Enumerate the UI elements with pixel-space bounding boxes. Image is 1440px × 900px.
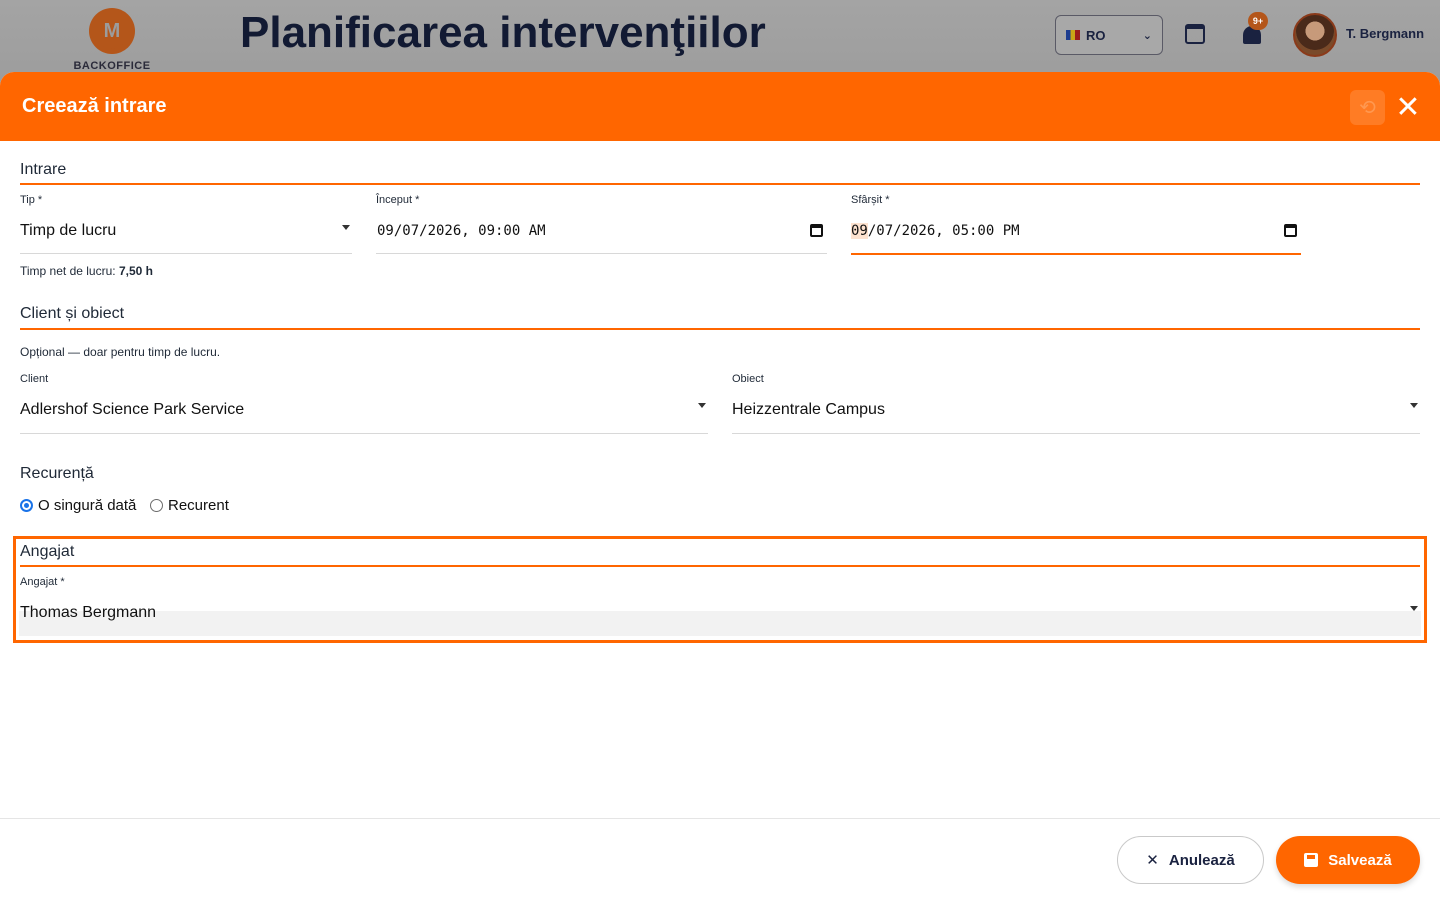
- page-title: Planificarea intervenţiilor: [240, 8, 766, 57]
- end-day-segment[interactable]: 09: [851, 223, 868, 239]
- section-title-client: Client și obiect: [20, 305, 125, 322]
- modal-title: Creează intrare: [22, 95, 167, 117]
- client-value: Adlershof Science Park Service: [20, 401, 245, 418]
- radio-once-label[interactable]: O singură dată: [38, 497, 136, 514]
- modal-header: Creează intrare ⟲ ✕: [0, 72, 1440, 141]
- end-value-rest: /07/2026, 05:00 PM: [867, 223, 1020, 239]
- save-label: Salvează: [1328, 851, 1392, 869]
- field-underline-focused: [851, 253, 1301, 255]
- avatar[interactable]: [1293, 13, 1337, 57]
- radio-recurring-label[interactable]: Recurent: [168, 497, 229, 514]
- client-hint: Opțional — doar pentru timp de lucru.: [20, 345, 221, 359]
- end-value: 09/07/2026, 05:00 PM: [851, 223, 1020, 239]
- radio-once[interactable]: [20, 499, 33, 512]
- calendar-icon[interactable]: [1185, 24, 1205, 44]
- language-select[interactable]: RO ⌄: [1055, 15, 1163, 55]
- cancel-button[interactable]: ✕ Anulează: [1117, 836, 1264, 884]
- section-divider: [20, 183, 1420, 185]
- caret-down-icon: [698, 403, 706, 408]
- close-icon: ✕: [1395, 91, 1421, 124]
- section-title-employee: Angajat: [20, 543, 75, 560]
- employee-section-highlight: [13, 536, 1427, 643]
- gear-logo-icon: M: [89, 8, 135, 54]
- app-logo[interactable]: M BACKOFFICE: [72, 8, 152, 78]
- section-divider: [20, 565, 1420, 567]
- logo-text: BACKOFFICE: [73, 60, 151, 72]
- section-divider: [20, 328, 1420, 330]
- net-work-time: Timp net de lucru: 7,50 h: [20, 264, 153, 278]
- language-value: RO: [1086, 27, 1106, 43]
- field-underline: [376, 253, 827, 254]
- caret-down-icon: [342, 225, 350, 230]
- caret-down-icon: [1410, 606, 1418, 611]
- client-label: Client: [20, 373, 49, 385]
- section-title-entry: Intrare: [20, 161, 67, 178]
- cancel-label: Anulează: [1168, 851, 1235, 869]
- notification-badge: 9+: [1248, 12, 1268, 30]
- history-button[interactable]: ⟲: [1350, 90, 1385, 125]
- romania-flag-icon: [1066, 30, 1080, 40]
- save-icon: [1304, 853, 1319, 867]
- employee-label: Angajat *: [20, 576, 65, 588]
- field-underline: [20, 433, 708, 434]
- footer-divider: [0, 818, 1440, 819]
- object-value: Heizzentrale Campus: [732, 401, 885, 418]
- start-value: 09/07/2026, 09:00 AM: [377, 223, 546, 239]
- section-title-recurrence: Recurență: [20, 465, 94, 482]
- calendar-picker-icon[interactable]: [810, 224, 823, 237]
- end-label: Sfârșit *: [851, 194, 890, 206]
- history-icon: ⟲: [1359, 97, 1376, 119]
- save-button[interactable]: Salvează: [1276, 836, 1420, 884]
- object-label: Obiect: [732, 373, 764, 385]
- employee-field-bg: [19, 611, 1421, 636]
- net-time-label: Timp net de lucru:: [20, 264, 116, 278]
- close-button[interactable]: ✕: [1393, 90, 1423, 125]
- chevron-down-icon: ⌄: [1142, 29, 1152, 42]
- field-underline: [20, 253, 352, 254]
- create-entry-modal: Creează intrare ⟲ ✕ Intrare Tip * Timp d…: [0, 72, 1440, 900]
- user-name[interactable]: T. Bergmann: [1346, 26, 1424, 41]
- field-underline: [732, 433, 1420, 434]
- caret-down-icon: [1410, 403, 1418, 408]
- close-icon: ✕: [1146, 852, 1159, 869]
- type-label: Tip *: [20, 194, 43, 206]
- radio-recurring[interactable]: [150, 499, 163, 512]
- type-value: Timp de lucru: [20, 222, 117, 239]
- start-label: Început *: [376, 194, 420, 206]
- net-time-value: 7,50 h: [118, 264, 153, 278]
- calendar-picker-icon[interactable]: [1284, 224, 1297, 237]
- employee-value: Thomas Bergmann: [20, 604, 157, 621]
